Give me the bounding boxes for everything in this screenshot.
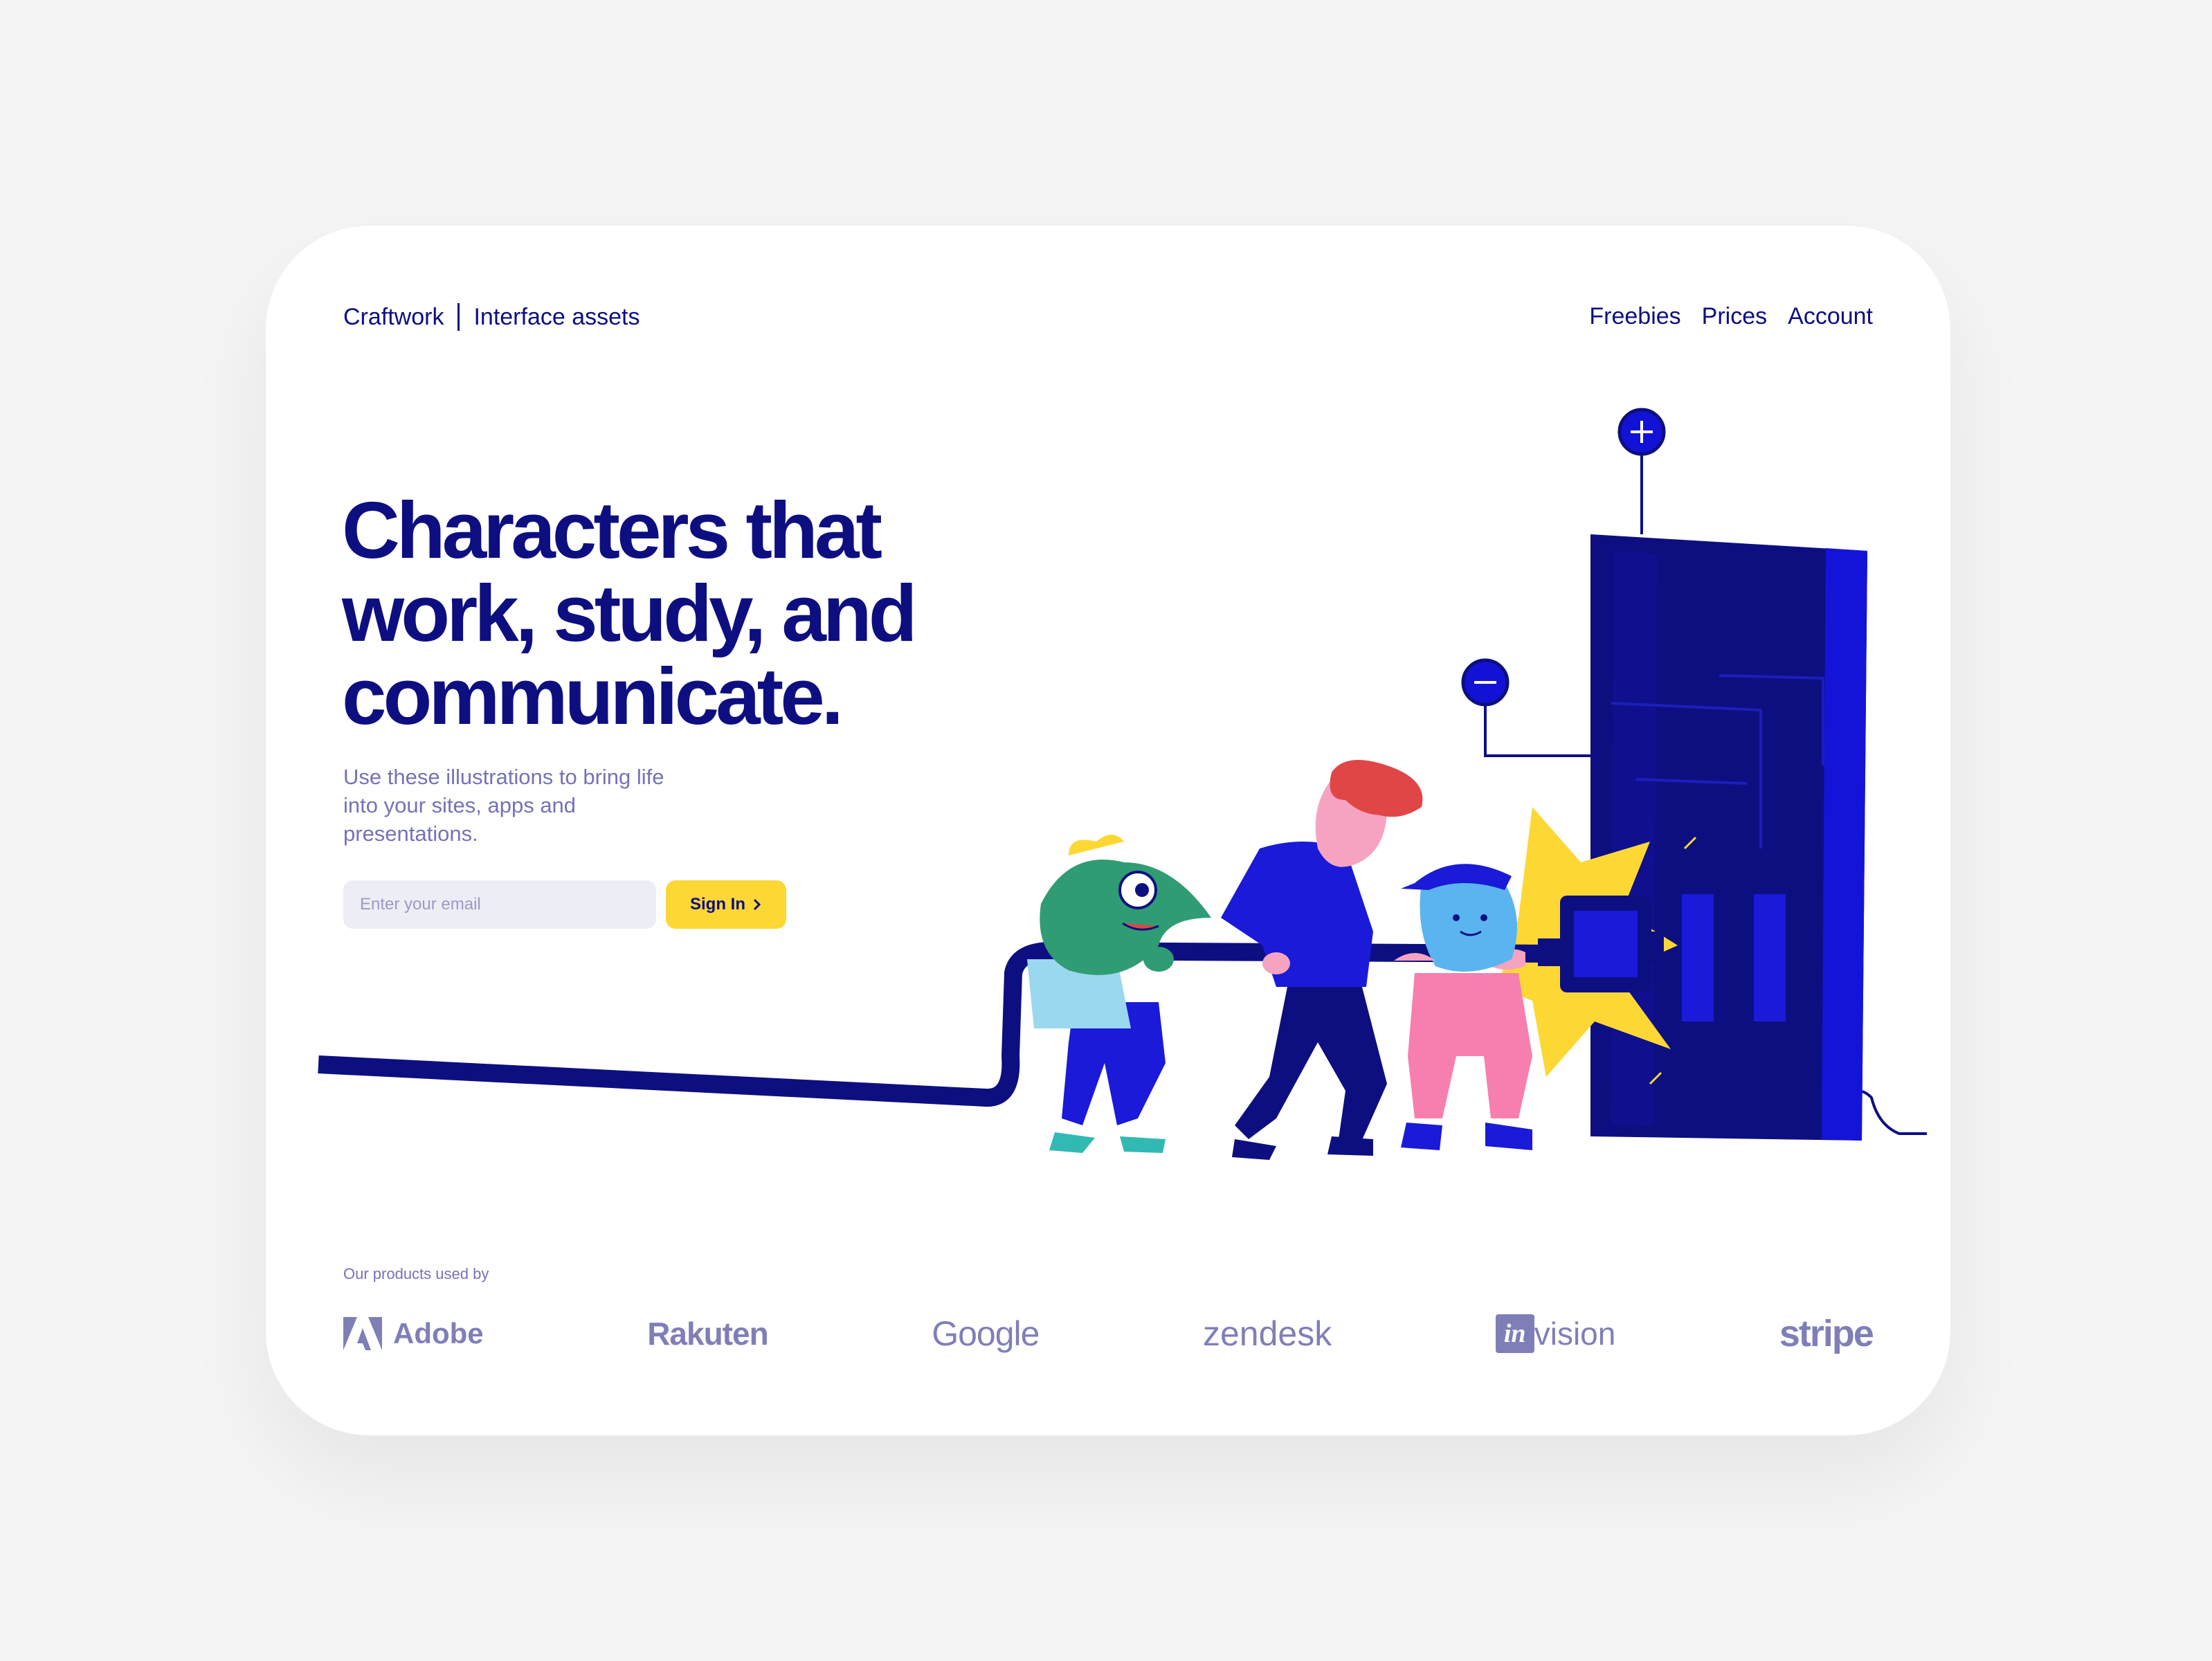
sign-in-button[interactable]: Sign In <box>666 880 786 929</box>
power-cable <box>318 941 1554 1107</box>
rakuten-name: Rakuten <box>647 1316 768 1352</box>
email-input[interactable] <box>343 880 656 929</box>
spark-burst <box>1498 807 1678 1077</box>
brand-name[interactable]: Craftwork <box>343 304 444 331</box>
green-character <box>1027 835 1211 1153</box>
logo-stripe: stripe <box>1779 1312 1874 1355</box>
logo-invision: in vision <box>1495 1314 1616 1353</box>
client-logos: Adobe Rakuten Google zendesk in vision s… <box>343 1309 1874 1358</box>
nav-freebies[interactable]: Freebies <box>1589 303 1680 330</box>
plug <box>1538 896 1664 992</box>
brand-divider <box>457 303 460 331</box>
zendesk-name: zendesk <box>1202 1314 1332 1353</box>
landing-card: Craftwork Interface assets Freebies Pric… <box>266 226 1950 1435</box>
minus-icon <box>1461 658 1510 707</box>
stripe-name: stripe <box>1779 1313 1874 1354</box>
top-nav: Freebies Prices Account <box>1589 303 1873 330</box>
clients-caption: Our products used by <box>343 1265 489 1282</box>
hero-title: Characters that work, study, and communi… <box>342 485 918 741</box>
red-hair-character <box>1221 760 1525 1160</box>
adobe-name: Adobe <box>393 1317 484 1350</box>
logo-google: Google <box>932 1314 1040 1354</box>
hero-description: Use these illustrations to bring life in… <box>343 765 664 846</box>
invision-icon: in <box>1495 1314 1534 1353</box>
brand[interactable]: Craftwork Interface assets <box>343 303 640 331</box>
nav-account[interactable]: Account <box>1788 303 1873 330</box>
nav-prices[interactable]: Prices <box>1702 303 1767 330</box>
adobe-icon <box>343 1317 382 1350</box>
socket-panel <box>1590 534 1867 1141</box>
logo-adobe: Adobe <box>343 1317 484 1350</box>
invision-name: vision <box>1534 1316 1616 1352</box>
plus-icon <box>1617 408 1666 456</box>
sign-in-label: Sign In <box>690 895 745 914</box>
chevron-right-icon <box>753 898 761 911</box>
brand-subtitle[interactable]: Interface assets <box>473 304 640 331</box>
logo-zendesk: zendesk <box>1203 1314 1332 1354</box>
blue-cap-character <box>1394 864 1532 1150</box>
google-name: Google <box>932 1314 1040 1353</box>
logo-rakuten: Rakuten <box>647 1315 768 1352</box>
